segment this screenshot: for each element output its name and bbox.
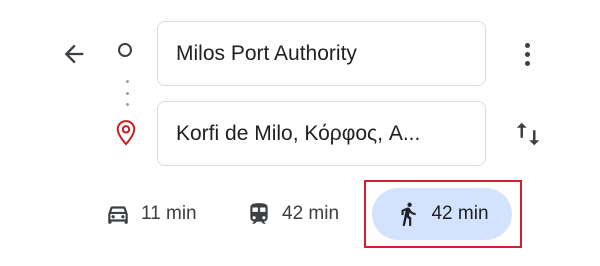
route-connector — [125, 80, 129, 106]
origin-input[interactable]: Milos Port Authority — [157, 21, 486, 86]
swap-button[interactable] — [508, 114, 548, 154]
mode-transit-label: 42 min — [282, 203, 340, 224]
mode-transit-button[interactable]: 42 min — [246, 192, 339, 236]
more-options-button[interactable] — [509, 36, 545, 72]
annotation-highlight-box — [364, 180, 522, 248]
train-icon — [250, 203, 268, 224]
destination-input[interactable]: Korfi de Milo, Κόρφος, A... — [157, 101, 486, 166]
location-pin-icon — [115, 120, 137, 146]
mode-drive-button[interactable]: 11 min — [105, 192, 197, 236]
destination-input-text: Korfi de Milo, Κόρφος, A... — [176, 121, 421, 145]
origin-circle-icon — [118, 43, 132, 57]
car-icon — [108, 206, 128, 224]
mode-drive-label: 11 min — [141, 203, 197, 224]
back-button[interactable] — [52, 32, 96, 76]
swap-vertical-icon — [516, 122, 540, 146]
arrow-back-icon — [64, 44, 84, 64]
origin-input-text: Milos Port Authority — [176, 41, 357, 65]
more-vert-icon — [524, 42, 530, 48]
